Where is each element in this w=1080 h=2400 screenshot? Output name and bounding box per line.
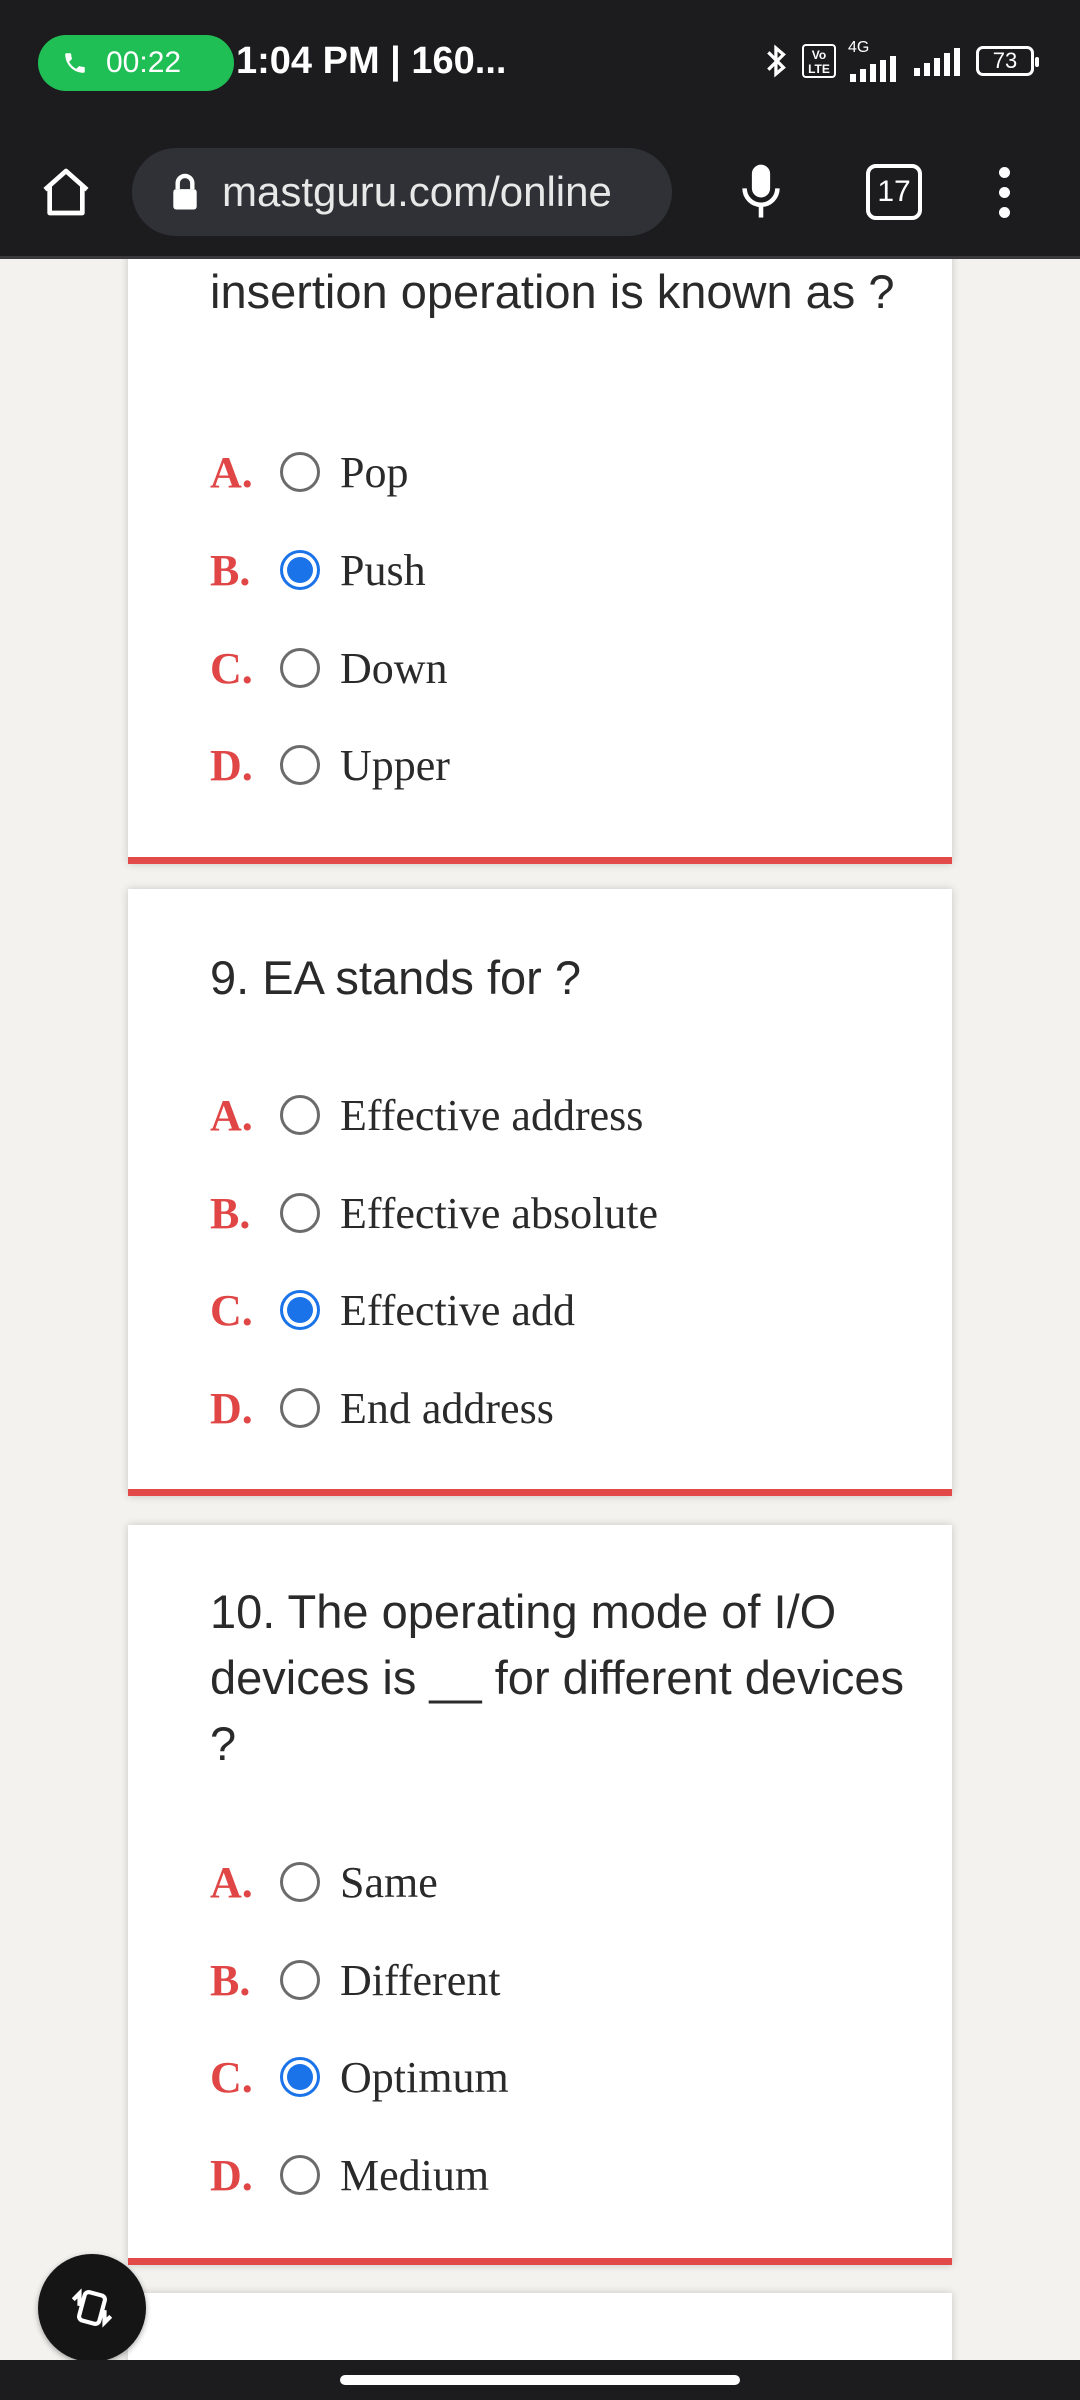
tab-switcher-button[interactable]: 17 (866, 164, 922, 220)
option-letter: D. (210, 1383, 253, 1433)
radio-button-selected[interactable] (280, 2057, 320, 2097)
option-label: Down (340, 643, 448, 693)
option-label: Effective add (340, 1285, 575, 1335)
home-button[interactable] (30, 156, 102, 228)
dot-icon (998, 206, 1010, 218)
status-icons: Vo LTE 4G 73 (764, 40, 1039, 82)
option-d[interactable]: D. Upper (210, 735, 450, 795)
option-letter: D. (210, 740, 253, 790)
option-label: Medium (340, 2150, 490, 2200)
option-label: End address (340, 1383, 554, 1433)
option-d[interactable]: D. End address (210, 1378, 554, 1438)
card-accent-bar (128, 2258, 952, 2265)
radio-button[interactable] (280, 1960, 320, 2000)
voice-search-button[interactable] (726, 154, 796, 230)
address-bar[interactable]: mastguru.com/online (132, 148, 672, 236)
signal-bars-icon-2 (914, 48, 960, 76)
phone-icon (65, 53, 85, 73)
battery-level: 73 (992, 48, 1018, 73)
option-a[interactable]: A. Effective address (210, 1085, 643, 1145)
call-timer: 00:22 (106, 46, 182, 79)
browser-toolbar: mastguru.com/online 17 (0, 126, 1080, 256)
lock-icon (173, 173, 197, 210)
option-label: Same (340, 1857, 438, 1907)
option-c[interactable]: C. Down (210, 638, 448, 698)
radio-button[interactable] (280, 1862, 320, 1902)
option-label: Pop (340, 447, 409, 497)
dot-icon (998, 186, 1010, 198)
option-letter: B. (210, 1188, 251, 1238)
option-b[interactable]: B. Push (210, 540, 426, 600)
question-card-11 (128, 2293, 952, 2360)
option-letter: B. (210, 1955, 251, 2005)
option-letter: A. (210, 447, 253, 497)
option-c[interactable]: C. Optimum (210, 2047, 509, 2107)
microphone-icon (742, 164, 780, 218)
radio-button-selected[interactable] (280, 1290, 320, 1330)
rotate-screen-button[interactable] (38, 2254, 146, 2362)
radio-button[interactable] (280, 745, 320, 785)
radio-button[interactable] (280, 2155, 320, 2195)
option-label: Upper (340, 740, 450, 790)
signal-bars-icon (850, 56, 896, 82)
option-label: Optimum (340, 2052, 509, 2102)
status-time: 1:04 PM | 160... (236, 40, 507, 82)
card-accent-bar (128, 1489, 952, 1496)
option-a[interactable]: A. Pop (210, 442, 408, 502)
question-card-8: insertion operation is known as ? A. Pop… (128, 259, 952, 864)
status-bar: 00:22 1:04 PM | 160... Vo LTE 4G 73 (0, 0, 1080, 126)
option-label: Push (340, 545, 426, 595)
mobile-signal-1: 4G (848, 40, 900, 82)
gesture-handle[interactable] (340, 2375, 740, 2385)
radio-button[interactable] (280, 1193, 320, 1233)
more-options-button[interactable] (984, 156, 1024, 228)
card-accent-bar (128, 857, 952, 864)
question-text: 9. EA stands for ? (210, 951, 581, 1004)
option-letter: A. (210, 1090, 253, 1140)
question-text: insertion operation is known as ? (210, 265, 895, 318)
system-nav-bar (0, 2360, 1080, 2400)
radio-button[interactable] (280, 648, 320, 688)
option-label: Effective absolute (340, 1188, 659, 1238)
network-type: 4G (848, 39, 870, 56)
option-b[interactable]: B. Different (210, 1950, 500, 2010)
home-icon (43, 168, 89, 216)
bluetooth-icon (767, 44, 786, 78)
option-a[interactable]: A. Same (210, 1852, 438, 1912)
question-card-9: 9. EA stands for ? A. Effective address … (128, 889, 952, 1496)
ongoing-call-chip[interactable]: 00:22 (38, 35, 234, 91)
option-b[interactable]: B. Effective absolute (210, 1183, 658, 1243)
option-letter: C. (210, 1285, 253, 1335)
option-c[interactable]: C. Effective add (210, 1280, 575, 1340)
option-letter: A. (210, 1857, 253, 1907)
option-label: Effective address (340, 1090, 644, 1140)
option-letter: C. (210, 643, 253, 693)
option-label: Different (340, 1955, 501, 2005)
volte-icon: Vo LTE (802, 44, 836, 78)
rotate-icon (71, 2288, 113, 2328)
radio-button[interactable] (280, 1095, 320, 1135)
option-letter: B. (210, 545, 251, 595)
option-letter: D. (210, 2150, 253, 2200)
battery-indicator: 73 (976, 46, 1039, 76)
dot-icon (998, 166, 1010, 178)
option-letter: C. (210, 2052, 253, 2102)
question-card-10: 10. The operating mode of I/O devices is… (128, 1525, 952, 2265)
question-text: 10. The operating mode of I/O devices is… (210, 1585, 905, 1770)
radio-button-selected[interactable] (280, 550, 320, 590)
url-text: mastguru.com/online (222, 168, 612, 215)
radio-button[interactable] (280, 452, 320, 492)
option-d[interactable]: D. Medium (210, 2145, 489, 2205)
page-content[interactable]: insertion operation is known as ? A. Pop… (0, 259, 1080, 2360)
radio-button[interactable] (280, 1388, 320, 1428)
